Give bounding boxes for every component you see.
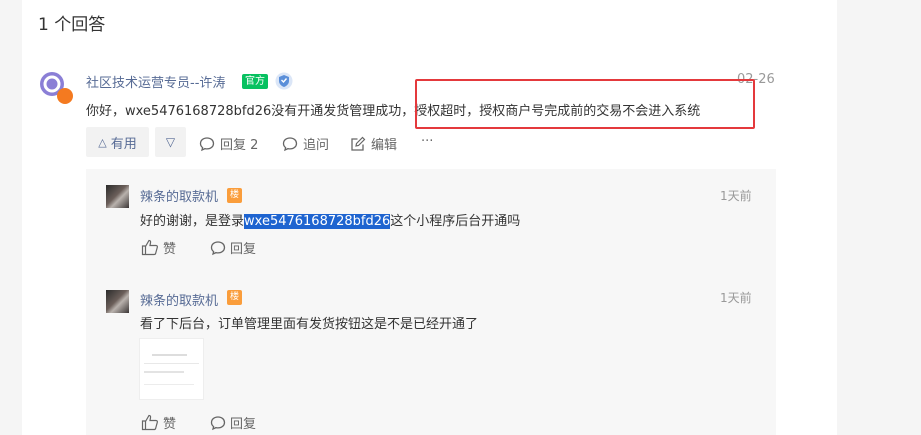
thumbnail-line — [152, 354, 187, 356]
attached-screenshot-thumbnail[interactable] — [139, 338, 204, 400]
thumbnail-line — [144, 371, 184, 373]
reply-avatar[interactable] — [106, 290, 129, 313]
like-button[interactable]: 赞 — [141, 238, 176, 257]
like-label: 赞 — [163, 417, 177, 432]
thumbs-up-icon — [141, 239, 158, 256]
comment-icon — [199, 136, 215, 151]
triangle-down-icon: ▽ — [165, 135, 176, 149]
follow-up-label: 追问 — [303, 138, 330, 153]
useful-button[interactable]: △ 有用 — [86, 127, 149, 157]
answer-author-name[interactable]: 社区技术运营专员--许涛 — [86, 72, 225, 91]
reply-text: 好的谢谢，是登录wxe5476168728bfd26这个小程序后台开通吗 — [140, 210, 520, 229]
reply-text-end: 这个小程序后台开通吗 — [390, 214, 521, 229]
edit-button[interactable]: 编辑 — [350, 134, 397, 153]
edit-icon — [351, 136, 366, 151]
comment-icon — [210, 240, 226, 255]
verified-shield-icon — [275, 72, 293, 90]
more-icon[interactable]: ··· — [421, 134, 433, 149]
reply-text-start: 好的谢谢，是登录 — [140, 214, 245, 229]
reply-to-comment-button[interactable]: 回复 — [210, 238, 256, 257]
reply-date: 1天前 — [720, 189, 752, 203]
comment-icon — [210, 415, 226, 430]
reply-date: 1天前 — [720, 291, 752, 305]
reply-text: 看了下后台，订单管理里面有发货按钮这是不是已经开通了 — [140, 317, 479, 332]
reply-label: 回复 — [230, 242, 257, 257]
useful-label: 有用 — [110, 136, 137, 152]
triangle-up-icon: △ — [98, 135, 107, 149]
comment-icon — [282, 136, 298, 151]
reply-to-comment-button[interactable]: 回复 — [210, 413, 256, 432]
selected-text: wxe5476168728bfd26 — [244, 214, 391, 229]
not-useful-button[interactable]: ▽ — [155, 127, 186, 157]
annotation-highlight-box — [415, 79, 755, 129]
like-button[interactable]: 赞 — [141, 413, 176, 432]
reply-label: 回复 — [230, 417, 257, 432]
reply-label: 回复 2 — [220, 138, 259, 153]
reply-author-name[interactable]: 辣条的取款机 — [140, 186, 218, 205]
thumbnail-line — [144, 363, 199, 364]
thumbs-up-icon — [141, 414, 158, 431]
edit-label: 编辑 — [371, 138, 398, 153]
follow-up-button[interactable]: 追问 — [282, 134, 329, 153]
official-badge: 官方 — [242, 74, 268, 89]
reply-avatar[interactable] — [106, 185, 129, 208]
thumbnail-line — [144, 384, 194, 385]
floor-badge: 楼 — [227, 188, 242, 203]
reply-author-name[interactable]: 辣条的取款机 — [140, 290, 218, 309]
reply-button[interactable]: 回复 2 — [199, 134, 258, 153]
like-label: 赞 — [163, 242, 177, 257]
answer-count: 1 个回答 — [38, 15, 106, 35]
author-avatar[interactable] — [38, 71, 74, 105]
floor-badge: 楼 — [227, 290, 242, 305]
